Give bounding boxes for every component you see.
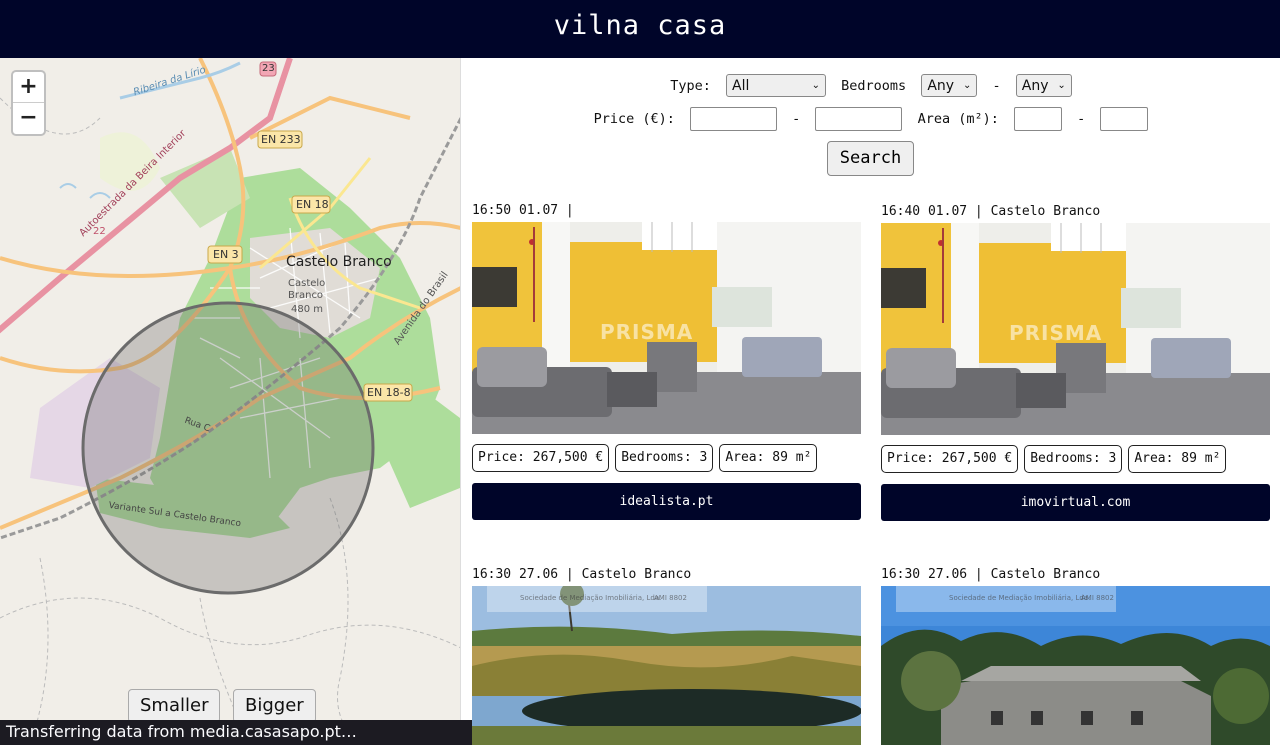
listing-card: 16:40 01.07 | Castelo Branco PRISMA Pric… (881, 203, 1270, 533)
bigger-radius-button[interactable]: Bigger (233, 689, 316, 723)
price-chip: Price: 267,500 € (881, 445, 1019, 473)
listing-card: 16:50 01.07 | PRISMA Price: 267,500 € Bed… (472, 202, 861, 532)
bedrooms-label: Bedrooms (841, 77, 907, 94)
listing-header: 16:40 01.07 | Castelo Branco (881, 204, 1101, 219)
type-select[interactable]: All ⌄ (726, 74, 827, 97)
map-label-en18: EN 18 (296, 198, 329, 211)
zoom-out-button[interactable]: − (13, 103, 44, 134)
listing-location: Castelo Branco (990, 204, 1101, 219)
zoom-control: + − (11, 70, 46, 136)
listing-time: 16:50 01.07 (472, 203, 559, 218)
listing-photo[interactable]: Sociedade de Mediação Imobiliária, Lda. … (881, 586, 1270, 745)
map-label-a23: 23 (262, 63, 275, 74)
listing-photo[interactable]: PRISMA (881, 223, 1270, 435)
house-photo (881, 586, 1270, 745)
photo-watermark-ami: AMI 8802 (1081, 594, 1114, 602)
listing-card: 16:30 27.06 | Castelo Branco Sociedade d… (881, 566, 1270, 745)
browser-status-bar: Transferring data from media.casasapo.pt… (0, 720, 516, 745)
listing-details: Price: 267,500 € Bedrooms: 3 Area: 89 m² (881, 445, 1232, 473)
area-chip: Area: 89 m² (719, 444, 818, 472)
listing-photo[interactable]: PRISMA (472, 222, 861, 434)
chevron-down-icon: ⌄ (811, 80, 821, 91)
map-label-city: Castelo Branco (286, 254, 392, 270)
map-label-elevation: 480 m (291, 304, 324, 315)
search-button[interactable]: Search (827, 141, 914, 176)
listing-header: 16:30 27.06 | Castelo Branco (472, 567, 692, 582)
filter-row-price-area: Price (€): - Area (m²): - (461, 107, 1280, 131)
area-chip: Area: 89 m² (1128, 445, 1227, 473)
bedrooms-range-dash: - (992, 77, 1001, 94)
top-bar: vilna casa (0, 0, 1280, 58)
listing-time: 16:40 01.07 (881, 204, 968, 219)
area-range-dash: - (1077, 111, 1086, 127)
price-label: Price (€): (593, 111, 675, 127)
area-max-input[interactable] (1100, 107, 1149, 131)
listing-photo[interactable]: Sociedade de Mediação Imobiliária, Lda. … (472, 586, 861, 745)
bedrooms-max-value: Any (1021, 77, 1049, 94)
area-min-input[interactable] (1013, 107, 1062, 131)
landscape-photo (472, 586, 861, 745)
bedrooms-min-value: Any (927, 77, 955, 94)
listing-time: 16:30 27.06 (881, 567, 968, 582)
photo-watermark: PRISMA (1009, 321, 1103, 345)
listing-location: Castelo Branco (990, 567, 1101, 582)
listing-details: Price: 267,500 € Bedrooms: 3 Area: 89 m² (472, 444, 823, 472)
area-label: Area (m²): (917, 111, 999, 127)
listing-time: 16:30 27.06 (472, 567, 559, 582)
zoom-in-button[interactable]: + (13, 72, 44, 103)
photo-watermark-ami: AMI 8802 (654, 594, 687, 602)
chevron-down-icon: ⌄ (1057, 80, 1066, 91)
type-label: Type: (670, 77, 711, 94)
site-title[interactable]: vilna casa (0, 0, 1280, 52)
price-min-input[interactable] (690, 107, 777, 131)
type-select-value: All (732, 77, 750, 94)
listing-header: 16:30 27.06 | Castelo Branco (881, 567, 1101, 582)
price-max-input[interactable] (815, 107, 903, 131)
bedrooms-chip: Bedrooms: 3 (1024, 445, 1123, 473)
chevron-down-icon: ⌄ (962, 80, 972, 91)
source-link-button[interactable]: idealista.pt (472, 483, 861, 520)
price-range-dash: - (792, 111, 801, 127)
photo-watermark: PRISMA (600, 320, 694, 344)
map-label-en3: EN 3 (213, 248, 239, 261)
listing-location: Castelo Branco (581, 567, 692, 582)
map-tiles (0, 58, 460, 745)
map-label-peak: Castelo Branco (288, 278, 326, 301)
price-chip: Price: 267,500 € (472, 444, 610, 472)
photo-watermark-agency: Sociedade de Mediação Imobiliária, Lda. (949, 594, 1091, 602)
filter-row-type-bedrooms: Type: All ⌄ Bedrooms Any ⌄ - Any ⌄ (461, 74, 1280, 97)
listing-card: 16:30 27.06 | Castelo Branco Sociedade d… (472, 566, 861, 745)
map-label-en233: EN 233 (261, 133, 301, 146)
bedrooms-chip: Bedrooms: 3 (615, 444, 714, 472)
bedrooms-max-select[interactable]: Any ⌄ (1015, 74, 1072, 97)
listing-header: 16:50 01.07 | (472, 203, 574, 218)
map-label-en188: EN 18-8 (367, 386, 411, 399)
map[interactable]: 23 EN 233 EN 18 EN 3 EN 18-8 22 Castelo … (0, 58, 461, 745)
photo-watermark-agency: Sociedade de Mediação Imobiliária, Lda. (520, 594, 662, 602)
search-filters: Type: All ⌄ Bedrooms Any ⌄ - Any ⌄ Price… (461, 58, 1280, 208)
smaller-radius-button[interactable]: Smaller (128, 689, 221, 723)
bedrooms-min-select[interactable]: Any ⌄ (921, 74, 978, 97)
source-link-button[interactable]: imovirtual.com (881, 484, 1270, 521)
